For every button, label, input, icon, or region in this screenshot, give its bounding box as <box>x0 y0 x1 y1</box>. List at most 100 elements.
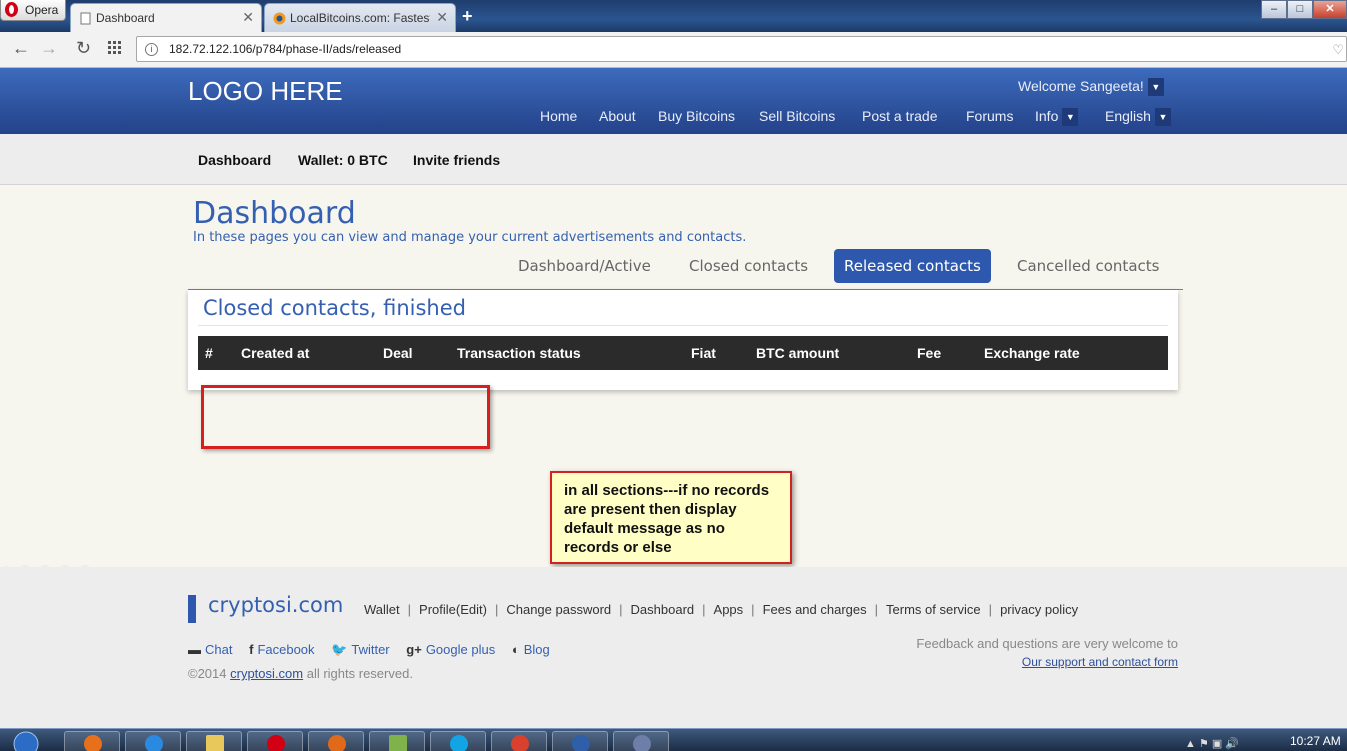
browser-titlebar: Opera Dashboard ✕ LocalBitcoins.com: Fas… <box>0 0 1347 32</box>
forward-arrow-icon[interactable]: → <box>40 38 58 59</box>
browser-tab-dashboard[interactable]: Dashboard ✕ <box>70 3 262 32</box>
social-chat-label: Chat <box>205 642 233 657</box>
table-header: # Created at Deal Transaction status Fia… <box>198 336 1168 370</box>
subnav-dashboard[interactable]: Dashboard <box>198 152 271 168</box>
footer-link-terms[interactable]: Terms of service <box>886 602 981 617</box>
browser-tab-localbitcoins[interactable]: LocalBitcoins.com: Fastest ✕ <box>264 3 456 32</box>
taskbar-chrome-icon[interactable] <box>491 731 547 751</box>
separator: | <box>494 602 499 617</box>
nav-about[interactable]: About <box>599 108 636 124</box>
nav-forums[interactable]: Forums <box>966 108 1013 124</box>
site-logo[interactable]: LOGO HERE <box>188 76 343 107</box>
footer-link-wallet[interactable]: Wallet <box>364 602 400 617</box>
taskbar-opera-icon[interactable] <box>247 731 303 751</box>
social-chat[interactable]: ▬ Chat <box>188 642 232 657</box>
tab-label: Dashboard <box>96 11 155 25</box>
tab-released-contacts[interactable]: Released contacts <box>834 249 991 283</box>
tab-close-icon[interactable]: ✕ <box>242 9 254 26</box>
maximize-button[interactable]: □ <box>1287 0 1313 19</box>
copyright-suffix: all rights reserved. <box>306 666 413 681</box>
footer-link-privacy[interactable]: privacy policy <box>1000 602 1078 617</box>
windows-taskbar: ▲ ⚑ ▣ 🔊 10:27 AM <box>0 728 1347 751</box>
separator: | <box>988 602 993 617</box>
chevron-down-icon[interactable]: ▼ <box>1147 78 1164 97</box>
close-window-button[interactable]: ✕ <box>1313 0 1347 19</box>
column-header-exchange-rate: Exchange rate <box>984 345 1080 361</box>
taskbar-app-icon[interactable] <box>613 731 669 751</box>
minimize-button[interactable]: – <box>1261 0 1287 19</box>
footer-link-fees[interactable]: Fees and charges <box>763 602 867 617</box>
back-arrow-icon[interactable]: ← <box>12 38 30 59</box>
chevron-down-icon: ▼ <box>1062 108 1079 127</box>
nav-post-a-trade[interactable]: Post a trade <box>862 108 938 124</box>
nav-info-label: Info <box>1035 108 1059 124</box>
nav-language-label: English <box>1105 108 1151 124</box>
new-tab-button[interactable]: + <box>462 6 473 27</box>
opera-menu-button[interactable]: Opera <box>0 0 66 21</box>
taskbar-internet-explorer-icon[interactable] <box>125 731 181 751</box>
separator: | <box>874 602 879 617</box>
tab-close-icon[interactable]: ✕ <box>436 9 448 26</box>
taskbar-clock[interactable]: 10:27 AM <box>1290 734 1341 748</box>
tab-cancelled-contacts[interactable]: Cancelled contacts <box>1007 249 1169 283</box>
footer-link-dashboard[interactable]: Dashboard <box>631 602 695 617</box>
reload-icon[interactable]: ↻ <box>76 38 91 59</box>
google-plus-icon: g+ <box>406 642 422 657</box>
footer-brand[interactable]: cryptosi.com <box>208 593 343 617</box>
nav-home[interactable]: Home <box>540 108 577 124</box>
social-google-plus[interactable]: g+ Google plus <box>406 642 495 657</box>
taskbar-skype-icon[interactable] <box>430 731 486 751</box>
page-description: In these pages you can view and manage y… <box>193 230 747 245</box>
nav-sell-bitcoins[interactable]: Sell Bitcoins <box>759 108 835 124</box>
tab-label: LocalBitcoins.com: Fastest <box>290 11 430 25</box>
user-menu[interactable]: Welcome Sangeeta! ▼ <box>1018 78 1164 97</box>
social-blog-label: Blog <box>523 642 550 657</box>
subnav-wallet[interactable]: Wallet: 0 BTC <box>298 152 388 168</box>
taskbar-firefox-icon[interactable] <box>308 731 364 751</box>
feedback-text: Feedback and questions are very welcome … <box>916 636 1178 651</box>
windows-start-icon[interactable] <box>4 730 44 751</box>
tab-dashboard-active[interactable]: Dashboard/Active <box>508 249 661 283</box>
welcome-text: Welcome Sangeeta! <box>1018 78 1144 94</box>
social-twitter[interactable]: 🐦 Twitter <box>331 642 389 658</box>
column-header-transaction-status: Transaction status <box>457 345 581 361</box>
copyright-link[interactable]: cryptosi.com <box>230 666 303 681</box>
social-facebook-label: Facebook <box>257 642 315 657</box>
social-blog[interactable]: ◐ Blog <box>512 642 550 657</box>
taskbar-media-player-icon[interactable] <box>64 731 120 751</box>
copyright: ©2014 cryptosi.com all rights reserved. <box>188 666 413 681</box>
footer-link-change-password[interactable]: Change password <box>506 602 611 617</box>
speed-dial-grid-icon[interactable] <box>108 41 122 55</box>
contact-tabs: Dashboard/Active Closed contacts Release… <box>188 249 1183 290</box>
bookmark-heart-icon[interactable]: ♡ <box>1332 42 1344 58</box>
subnav-invite-friends[interactable]: Invite friends <box>413 152 500 168</box>
nav-buy-bitcoins[interactable]: Buy Bitcoins <box>658 108 735 124</box>
nav-info[interactable]: Info ▼ <box>1035 108 1079 127</box>
copyright-year: ©2014 <box>188 666 227 681</box>
separator: | <box>702 602 706 617</box>
contacts-panel: Closed contacts, finished # Created at D… <box>188 290 1178 390</box>
support-contact-link[interactable]: Our support and contact form <box>1022 655 1178 669</box>
taskbar-app-icon[interactable] <box>369 731 425 751</box>
social-facebook[interactable]: f Facebook <box>249 642 314 657</box>
nav-language[interactable]: English ▼ <box>1105 108 1171 127</box>
footer-link-apps[interactable]: Apps <box>714 602 744 617</box>
opera-menu-label: Opera <box>25 3 59 17</box>
tab-closed-contacts[interactable]: Closed contacts <box>679 249 818 283</box>
url-input[interactable]: i 182.72.122.106/p784/phase-II/ads/relea… <box>136 36 1347 62</box>
column-header-number: # <box>205 345 213 361</box>
system-tray-icons[interactable]: ▲ ⚑ ▣ 🔊 <box>1185 737 1239 750</box>
annotation-note: in all sections---if no records are pres… <box>550 471 792 564</box>
panel-title: Closed contacts, finished <box>203 296 466 320</box>
footer-link-profile[interactable]: Profile(Edit) <box>419 602 487 617</box>
url-text[interactable]: 182.72.122.106/p784/phase-II/ads/release… <box>169 42 401 56</box>
chat-icon: ▬ <box>188 642 201 657</box>
address-bar-row: ← → ↻ i 182.72.122.106/p784/phase-II/ads… <box>0 32 1347 68</box>
annotation-highlight-box <box>201 385 490 449</box>
column-header-created-at: Created at <box>241 345 310 361</box>
taskbar-thunderbird-icon[interactable] <box>552 731 608 751</box>
social-twitter-label: Twitter <box>351 642 390 657</box>
column-header-fiat: Fiat <box>691 345 716 361</box>
site-info-icon[interactable]: i <box>145 43 158 56</box>
taskbar-folder-icon[interactable] <box>186 731 242 751</box>
